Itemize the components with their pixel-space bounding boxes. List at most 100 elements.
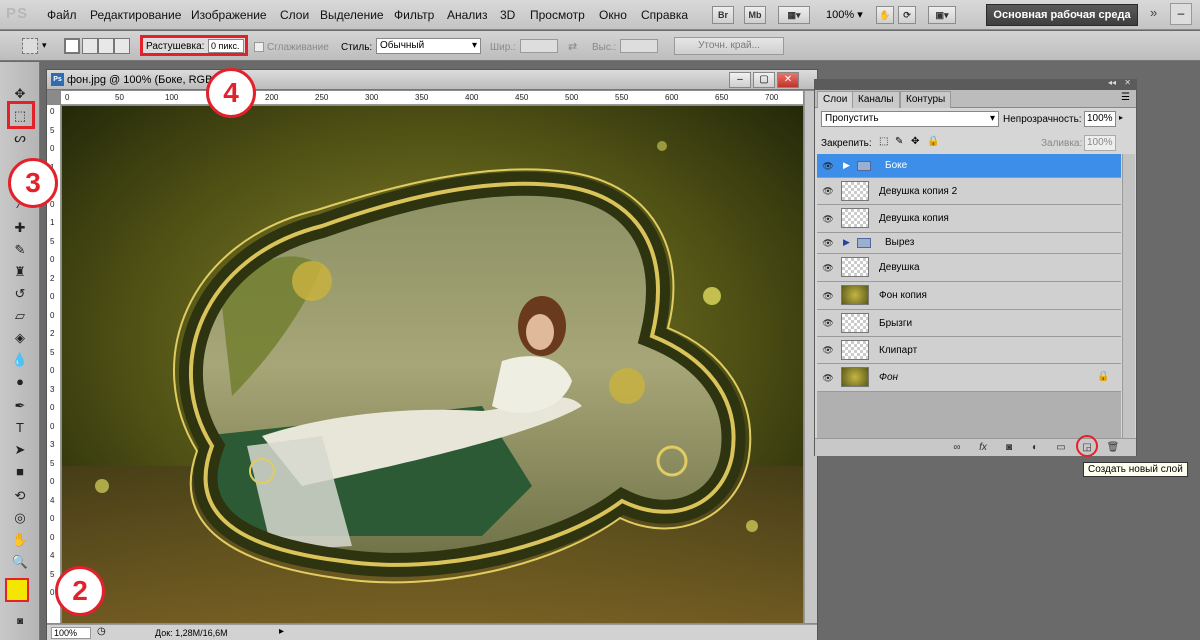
pen-tool-icon[interactable]: ✒ xyxy=(10,396,30,416)
layers-vertical-scrollbar[interactable] xyxy=(1122,154,1135,438)
refine-edge-button[interactable]: Уточн. край... xyxy=(674,37,784,55)
history-brush-icon[interactable]: ↺ xyxy=(10,284,30,304)
swap-icon[interactable]: ⇄ xyxy=(568,40,577,53)
document-titlebar[interactable]: Ps фон.jpg @ 100% (Боке, RGB – ▢ ✕ xyxy=(47,70,817,90)
layer-mask-icon[interactable]: ◙ xyxy=(1002,441,1016,455)
menu-view[interactable]: Просмотр xyxy=(530,8,585,22)
workspace-button[interactable]: Основная рабочая среда xyxy=(986,4,1138,26)
lock-position-icon[interactable]: ✥ xyxy=(911,136,919,147)
eye-icon[interactable]: 👁 xyxy=(821,237,835,249)
panel-menu-icon[interactable]: ☰ xyxy=(1121,92,1130,103)
double-chevron-icon[interactable]: » xyxy=(1150,5,1166,21)
link-layers-icon[interactable]: ∞ xyxy=(950,441,964,455)
new-selection-icon[interactable] xyxy=(64,38,80,54)
menu-3d[interactable]: 3D xyxy=(500,8,515,22)
rotate-view-icon[interactable]: ⟳ xyxy=(898,6,916,24)
fill-input[interactable]: 100% xyxy=(1084,135,1116,151)
3d-rotate-icon[interactable]: ⟲ xyxy=(10,486,30,506)
3d-orbit-icon[interactable]: ◎ xyxy=(10,508,30,528)
expand-arrow-icon[interactable]: ▶ xyxy=(843,160,850,171)
height-input[interactable] xyxy=(620,39,658,53)
minimize-icon[interactable]: – xyxy=(1170,3,1192,25)
doc-maximize-icon[interactable]: ▢ xyxy=(753,72,775,88)
style-select[interactable]: Обычный ▾ xyxy=(376,38,481,54)
layer-row[interactable]: 👁 Девушка копия 2 xyxy=(817,178,1121,205)
menu-select[interactable]: Выделение xyxy=(320,8,384,22)
double-chevron-icon[interactable]: ◂◂ xyxy=(1108,78,1116,87)
trash-icon[interactable]: 🗑 xyxy=(1106,441,1120,455)
type-tool-icon[interactable]: T xyxy=(10,418,30,438)
healing-tool-icon[interactable]: ✚ xyxy=(10,218,30,238)
add-selection-icon[interactable] xyxy=(82,38,98,54)
bridge-button[interactable]: Br xyxy=(712,6,734,24)
intersect-selection-icon[interactable] xyxy=(114,38,130,54)
zoom-select[interactable]: 100% ▾ xyxy=(826,8,863,21)
opacity-arrow-icon[interactable]: ▸ xyxy=(1119,113,1123,122)
layer-row[interactable]: 👁 Брызги xyxy=(817,310,1121,337)
antialias-checkbox[interactable] xyxy=(254,42,264,52)
shape-tool-icon[interactable]: ■ xyxy=(10,462,30,482)
brush-tool-icon[interactable]: ✎ xyxy=(10,240,30,260)
view-extras-button[interactable]: ▦▾ xyxy=(778,6,810,24)
lasso-tool-icon[interactable]: ᔕ xyxy=(10,128,30,148)
marquee-preset-icon[interactable] xyxy=(22,38,38,54)
menu-window[interactable]: Окно xyxy=(599,8,627,22)
eye-icon[interactable]: 👁 xyxy=(821,185,835,197)
foreground-color-swatch[interactable] xyxy=(5,578,29,602)
screen-mode-icon[interactable]: ▣▾ xyxy=(928,6,956,24)
image-canvas[interactable] xyxy=(62,106,803,623)
layer-style-icon[interactable]: fx xyxy=(976,441,990,455)
lock-transparent-icon[interactable]: ⬚ xyxy=(879,136,888,147)
status-menu-icon[interactable]: ▸ xyxy=(279,626,284,637)
width-input[interactable] xyxy=(520,39,558,53)
eye-icon[interactable]: 👁 xyxy=(821,160,835,172)
menu-edit[interactable]: Редактирование xyxy=(90,8,181,22)
eye-icon[interactable]: 👁 xyxy=(821,317,835,329)
tab-channels[interactable]: Каналы xyxy=(852,91,900,108)
chevron-down-icon[interactable]: ▾ xyxy=(42,40,47,51)
doc-close-icon[interactable]: ✕ xyxy=(777,72,799,88)
subtract-selection-icon[interactable] xyxy=(98,38,114,54)
new-group-icon[interactable]: ▭ xyxy=(1054,441,1068,455)
layer-row[interactable]: 👁 Девушка xyxy=(817,254,1121,282)
lock-all-icon[interactable]: 🔒 xyxy=(927,136,939,147)
minibridge-button[interactable]: Mb xyxy=(744,6,766,24)
hand-tool-icon[interactable]: ✋ xyxy=(10,530,30,550)
layer-row[interactable]: 👁 Девушка копия xyxy=(817,205,1121,233)
blur-tool-icon[interactable]: 💧 xyxy=(10,350,30,370)
bucket-tool-icon[interactable]: ◈ xyxy=(10,328,30,348)
tab-layers[interactable]: Слои xyxy=(817,91,854,108)
eraser-tool-icon[interactable]: ▱ xyxy=(10,306,30,326)
doc-minimize-icon[interactable]: – xyxy=(729,72,751,88)
path-select-icon[interactable]: ➤ xyxy=(10,440,30,460)
tab-paths[interactable]: Контуры xyxy=(900,91,952,108)
menu-filter[interactable]: Фильтр xyxy=(394,8,434,22)
zoom-tool-icon[interactable]: 🔍 xyxy=(10,552,30,572)
menu-help[interactable]: Справка xyxy=(641,8,688,22)
eye-icon[interactable]: 👁 xyxy=(821,213,835,225)
eye-icon[interactable]: 👁 xyxy=(821,262,835,274)
layer-row[interactable]: 👁 Клипарт xyxy=(817,337,1121,364)
dodge-tool-icon[interactable]: ● xyxy=(10,372,30,392)
quick-mask-icon[interactable]: ◙ xyxy=(10,612,30,632)
panel-header[interactable]: ◂◂ ✕ xyxy=(815,78,1136,90)
status-info-icon[interactable]: ◷ xyxy=(97,626,106,637)
eye-icon[interactable]: 👁 xyxy=(821,372,835,384)
layer-row-group[interactable]: 👁 ▶ Вырез xyxy=(817,233,1121,254)
expand-arrow-icon[interactable]: ▶ xyxy=(843,237,850,248)
menu-file[interactable]: Файл xyxy=(47,8,77,22)
menu-analysis[interactable]: Анализ xyxy=(447,8,488,22)
doc-zoom-field[interactable]: 100% xyxy=(51,627,91,639)
hand-icon[interactable]: ✋ xyxy=(876,6,894,24)
feather-input[interactable]: 0 пикс. xyxy=(208,39,244,53)
eye-icon[interactable]: 👁 xyxy=(821,344,835,356)
adjustment-layer-icon[interactable]: ◐ xyxy=(1028,441,1042,455)
stamp-tool-icon[interactable]: ♜ xyxy=(10,262,30,282)
eye-icon[interactable]: 👁 xyxy=(821,290,835,302)
menu-layers[interactable]: Слои xyxy=(280,8,309,22)
menu-image[interactable]: Изображение xyxy=(191,8,267,22)
blend-mode-select[interactable]: Пропустить ▾ xyxy=(821,111,999,127)
opacity-input[interactable]: 100% xyxy=(1084,111,1116,127)
close-icon[interactable]: ✕ xyxy=(1124,78,1131,87)
layer-row-background[interactable]: 👁 Фон 🔒 xyxy=(817,364,1121,392)
